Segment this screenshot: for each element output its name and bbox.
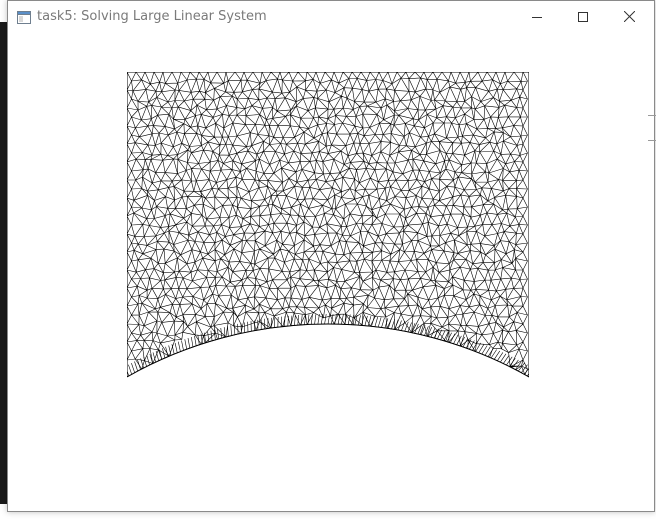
minimize-icon: [532, 16, 542, 18]
close-button[interactable]: [606, 1, 652, 32]
mesh-refinement-edges: [127, 313, 529, 377]
mesh-canvas: [127, 72, 529, 472]
app-icon: [17, 9, 31, 24]
minimize-button[interactable]: [514, 1, 560, 32]
title-bar[interactable]: task5: Solving Large Linear System: [8, 1, 654, 32]
maximize-icon: [578, 11, 588, 22]
maximize-button[interactable]: [560, 1, 606, 32]
app-window: task5: Solving Large Linear System: [7, 0, 655, 512]
close-icon: [623, 11, 635, 22]
window-title: task5: Solving Large Linear System: [37, 9, 267, 24]
background-window-line: [648, 140, 656, 141]
triangular-mesh: [127, 72, 529, 378]
mesh-edges: [127, 72, 528, 375]
client-area: [8, 32, 654, 511]
background-window-line: [648, 115, 656, 116]
